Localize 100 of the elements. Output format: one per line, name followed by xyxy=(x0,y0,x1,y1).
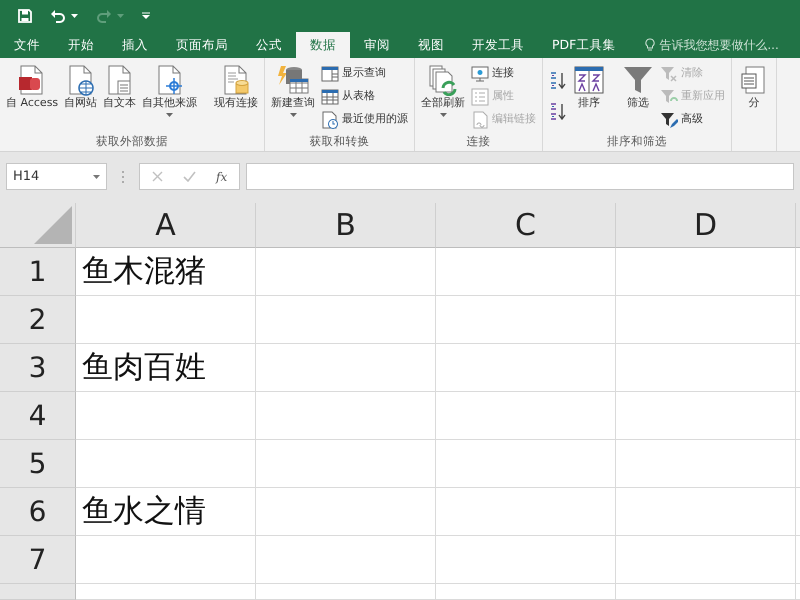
caret-icon xyxy=(117,14,124,18)
filter-refresh-icon xyxy=(660,88,678,106)
sort-descending-icon xyxy=(549,102,568,120)
ribbon-tab[interactable]: 视图 xyxy=(404,32,458,58)
row-header[interactable]: 7 xyxy=(0,536,76,584)
save-button[interactable] xyxy=(18,9,32,23)
ribbon-button[interactable]: 新建查询 xyxy=(269,62,318,119)
empty-cell[interactable] xyxy=(256,296,436,344)
empty-cell[interactable] xyxy=(616,248,796,296)
name-box[interactable]: H14 xyxy=(6,163,107,190)
empty-cell[interactable] xyxy=(436,488,616,536)
empty-cell[interactable] xyxy=(256,536,436,584)
ribbon-button[interactable]: 自网站 xyxy=(62,62,100,112)
ribbon-tab[interactable]: 数据 xyxy=(296,32,350,58)
sort-ascending-icon xyxy=(549,70,568,88)
empty-cell[interactable] xyxy=(436,536,616,584)
ribbon-tab[interactable]: 开发工具 xyxy=(458,32,538,58)
empty-cell[interactable] xyxy=(436,248,616,296)
cancel-button[interactable] xyxy=(152,171,163,182)
ribbon-button[interactable]: 从表格 xyxy=(319,85,410,108)
row-header[interactable]: 5 xyxy=(0,440,76,488)
ribbon-button[interactable]: 自文本 xyxy=(101,62,138,112)
ribbon-button[interactable]: 现有连接 xyxy=(212,62,260,112)
column-header[interactable]: C xyxy=(436,203,616,248)
filter-pencil-icon xyxy=(660,110,678,128)
empty-cell[interactable] xyxy=(616,392,796,440)
ribbon-button[interactable]: 高级 xyxy=(658,108,728,131)
ribbon-tab[interactable]: 页面布局 xyxy=(162,32,242,58)
ribbon-tab[interactable]: 插入 xyxy=(108,32,162,58)
tell-me-search[interactable]: 告诉我您想要做什么... xyxy=(659,36,779,54)
customize-button[interactable] xyxy=(142,12,150,20)
empty-cell[interactable] xyxy=(616,296,796,344)
empty-cell[interactable] xyxy=(436,440,616,488)
ribbon-tab[interactable]: PDF工具集 xyxy=(538,32,630,58)
column-header[interactable]: B xyxy=(256,203,436,248)
filter-icon xyxy=(622,64,654,96)
undo-button[interactable] xyxy=(50,9,78,23)
cell-text[interactable]: 鱼木混猪 xyxy=(76,248,256,296)
column-header[interactable]: A xyxy=(76,203,256,248)
ribbon-button[interactable]: 筛选 xyxy=(620,62,656,112)
row-header[interactable] xyxy=(0,584,76,600)
ribbon-button[interactable]: 最近使用的源 xyxy=(319,108,410,131)
empty-cell[interactable] xyxy=(256,248,436,296)
caret-icon xyxy=(166,112,174,117)
group-label: 获取和转换 xyxy=(308,133,371,150)
empty-cell[interactable] xyxy=(616,440,796,488)
empty-cell[interactable] xyxy=(256,584,436,600)
ribbon-button[interactable]: 显示查询 xyxy=(319,62,410,85)
refresh-documents-icon xyxy=(427,64,460,96)
enter-button[interactable] xyxy=(183,171,196,182)
database-table-icon xyxy=(277,64,310,96)
save-icon xyxy=(18,9,32,23)
clock-document-icon xyxy=(321,110,340,128)
group-label: 排序和筛选 xyxy=(606,133,668,150)
ribbon-button[interactable]: 连接 xyxy=(469,62,538,85)
empty-cell[interactable] xyxy=(616,488,796,536)
empty-cell[interactable] xyxy=(256,488,436,536)
row-header[interactable]: 2 xyxy=(0,296,76,344)
empty-cell[interactable] xyxy=(616,344,796,392)
check-icon xyxy=(183,171,196,182)
ribbon-button[interactable]: 排序 xyxy=(571,62,608,112)
ribbon-button[interactable]: 自 Access xyxy=(4,62,60,112)
empty-cell[interactable] xyxy=(616,584,796,600)
column-header[interactable]: D xyxy=(616,203,796,248)
ribbon-tab[interactable]: 文件 xyxy=(0,32,54,58)
ribbon-tab[interactable]: 审阅 xyxy=(350,32,404,58)
redo-icon xyxy=(96,9,112,23)
ribbon-button[interactable]: 分 xyxy=(736,62,772,112)
sort-icon xyxy=(573,64,606,96)
insert-function-button[interactable]: fx xyxy=(216,168,228,186)
empty-cell[interactable] xyxy=(436,344,616,392)
ribbon-button[interactable]: 自其他来源 xyxy=(140,62,200,119)
row-header[interactable]: 6 xyxy=(0,488,76,536)
ribbon-tab[interactable]: 公式 xyxy=(242,32,296,58)
empty-cell[interactable] xyxy=(436,296,616,344)
caret-icon xyxy=(440,112,447,117)
ribbon-tab[interactable]: 开始 xyxy=(54,32,108,58)
row-header[interactable]: 3 xyxy=(0,344,76,392)
empty-cell[interactable] xyxy=(256,392,436,440)
undo-icon xyxy=(50,9,66,23)
empty-cell[interactable] xyxy=(616,536,796,584)
empty-cell[interactable] xyxy=(256,344,436,392)
filter-clear-icon xyxy=(660,64,678,82)
select-all-button[interactable] xyxy=(0,203,76,248)
caret-icon xyxy=(290,112,297,117)
list-icon xyxy=(471,88,490,106)
group-label: 获取外部数据 xyxy=(95,133,170,150)
group-label: 连接 xyxy=(466,133,492,150)
caret-icon xyxy=(71,14,78,18)
empty-cell[interactable] xyxy=(436,392,616,440)
row-header[interactable]: 4 xyxy=(0,392,76,440)
monitor-icon xyxy=(471,64,490,82)
empty-cell[interactable] xyxy=(256,440,436,488)
cell-text[interactable]: 鱼水之情 xyxy=(76,488,256,536)
customize-icon xyxy=(142,12,150,20)
empty-cell[interactable] xyxy=(436,584,616,600)
row-header[interactable]: 1 xyxy=(0,248,76,296)
formula-input[interactable] xyxy=(246,163,794,190)
cell-text[interactable]: 鱼肉百姓 xyxy=(76,344,256,392)
ribbon-button[interactable]: 全部刷新 xyxy=(419,62,468,119)
